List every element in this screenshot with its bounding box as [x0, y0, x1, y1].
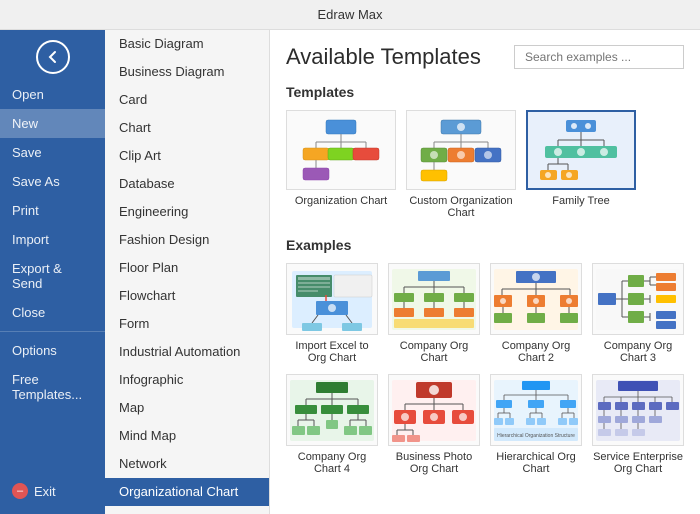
nav-item-basic-diagram[interactable]: Basic Diagram: [105, 30, 269, 58]
example-company-org[interactable]: Company Org Chart: [388, 263, 480, 364]
example-thumb-company-org: [388, 263, 480, 335]
example-label-service-enterprise: Service Enterprise Org Chart: [592, 451, 684, 475]
example-label-business-photo-org: Business Photo Org Chart: [388, 451, 480, 475]
page-title: Available Templates: [286, 44, 481, 70]
example-service-enterprise[interactable]: Service Enterprise Org Chart: [592, 374, 684, 475]
nav-item-database[interactable]: Database: [105, 170, 269, 198]
example-thumb-service-enterprise: [592, 374, 684, 446]
examples-section-label: Examples: [286, 237, 684, 253]
template-thumb-org-chart: [286, 110, 396, 190]
template-thumb-custom-org: [406, 110, 516, 190]
example-company-org-2[interactable]: Company Org Chart 2: [490, 263, 582, 364]
nav-item-floor-plan[interactable]: Floor Plan: [105, 254, 269, 282]
example-label-hierarchical-org: Hierarchical Org Chart: [490, 451, 582, 475]
nav-item-business-diagram[interactable]: Business Diagram: [105, 58, 269, 86]
sidebar-item-open[interactable]: Open: [0, 80, 105, 109]
nav-item-chart[interactable]: Chart: [105, 114, 269, 142]
example-hierarchical-org[interactable]: Hierarchical Organization Structure Hier…: [490, 374, 582, 475]
templates-grid: Organization Chart: [286, 110, 684, 219]
template-family-tree[interactable]: Family Tree: [526, 110, 636, 219]
sidebar-item-close[interactable]: Close: [0, 298, 105, 327]
sidebar-item-exit[interactable]: – Exit: [0, 476, 105, 506]
nav-item-presentation[interactable]: Presentation: [105, 506, 269, 514]
example-label-company-org-2: Company Org Chart 2: [490, 340, 582, 364]
content-header: Available Templates: [286, 44, 684, 70]
example-label-company-org-4: Company Org Chart 4: [286, 451, 378, 475]
nav-item-card[interactable]: Card: [105, 86, 269, 114]
example-thumb-company-org-4: [286, 374, 378, 446]
templates-section-label: Templates: [286, 84, 684, 100]
main-container: Open New Save Save As Print Import Expor…: [0, 30, 700, 514]
nav-item-clip-art[interactable]: Clip Art: [105, 142, 269, 170]
sidebar: Open New Save Save As Print Import Expor…: [0, 30, 105, 514]
svg-text:Hierarchical Organization Stru: Hierarchical Organization Structure: [497, 433, 575, 439]
sidebar-item-free-templates[interactable]: Free Templates...: [0, 365, 105, 409]
nav-item-org-chart[interactable]: Organizational Chart: [105, 478, 269, 506]
example-thumb-hierarchical-org: Hierarchical Organization Structure: [490, 374, 582, 446]
nav-item-flowchart[interactable]: Flowchart: [105, 282, 269, 310]
main-content: Available Templates Templates: [270, 30, 700, 514]
middle-nav: Basic Diagram Business Diagram Card Char…: [105, 30, 270, 514]
sidebar-item-print[interactable]: Print: [0, 196, 105, 225]
nav-item-industrial[interactable]: Industrial Automation: [105, 338, 269, 366]
sidebar-item-import[interactable]: Import: [0, 225, 105, 254]
example-business-photo-org[interactable]: Business Photo Org Chart: [388, 374, 480, 475]
example-company-org-4[interactable]: Company Org Chart 4: [286, 374, 378, 475]
sidebar-divider: [0, 331, 105, 332]
sidebar-item-new[interactable]: New: [0, 109, 105, 138]
template-label-family-tree: Family Tree: [552, 195, 609, 207]
example-label-company-org-3: Company Org Chart 3: [592, 340, 684, 364]
sidebar-item-export[interactable]: Export & Send: [0, 254, 105, 298]
exit-icon: –: [12, 483, 28, 499]
example-thumb-company-org-3: [592, 263, 684, 335]
nav-item-engineering[interactable]: Engineering: [105, 198, 269, 226]
sidebar-item-save-as[interactable]: Save As: [0, 167, 105, 196]
sidebar-item-options[interactable]: Options: [0, 336, 105, 365]
title-bar: Edraw Max: [0, 0, 700, 30]
template-custom-org[interactable]: Custom Organization Chart: [406, 110, 516, 219]
example-thumb-company-org-2: [490, 263, 582, 335]
template-org-chart[interactable]: Organization Chart: [286, 110, 396, 219]
examples-grid: Import Excel to Org Chart: [286, 263, 684, 475]
template-label-custom-org: Custom Organization Chart: [406, 195, 516, 219]
example-company-org-3[interactable]: Company Org Chart 3: [592, 263, 684, 364]
example-import-excel[interactable]: Import Excel to Org Chart: [286, 263, 378, 364]
nav-item-fashion-design[interactable]: Fashion Design: [105, 226, 269, 254]
template-label-org-chart: Organization Chart: [295, 195, 387, 207]
example-label-company-org: Company Org Chart: [388, 340, 480, 364]
nav-item-mind-map[interactable]: Mind Map: [105, 422, 269, 450]
template-thumb-family-tree: [526, 110, 636, 190]
nav-item-infographic[interactable]: Infographic: [105, 366, 269, 394]
nav-item-form[interactable]: Form: [105, 310, 269, 338]
example-label-import-excel: Import Excel to Org Chart: [286, 340, 378, 364]
sidebar-item-save[interactable]: Save: [0, 138, 105, 167]
search-input[interactable]: [514, 45, 684, 69]
app-title: Edraw Max: [317, 7, 382, 22]
nav-item-network[interactable]: Network: [105, 450, 269, 478]
example-thumb-import-excel: [286, 263, 378, 335]
nav-item-map[interactable]: Map: [105, 394, 269, 422]
back-button[interactable]: [36, 40, 70, 74]
example-thumb-business-photo-org: [388, 374, 480, 446]
